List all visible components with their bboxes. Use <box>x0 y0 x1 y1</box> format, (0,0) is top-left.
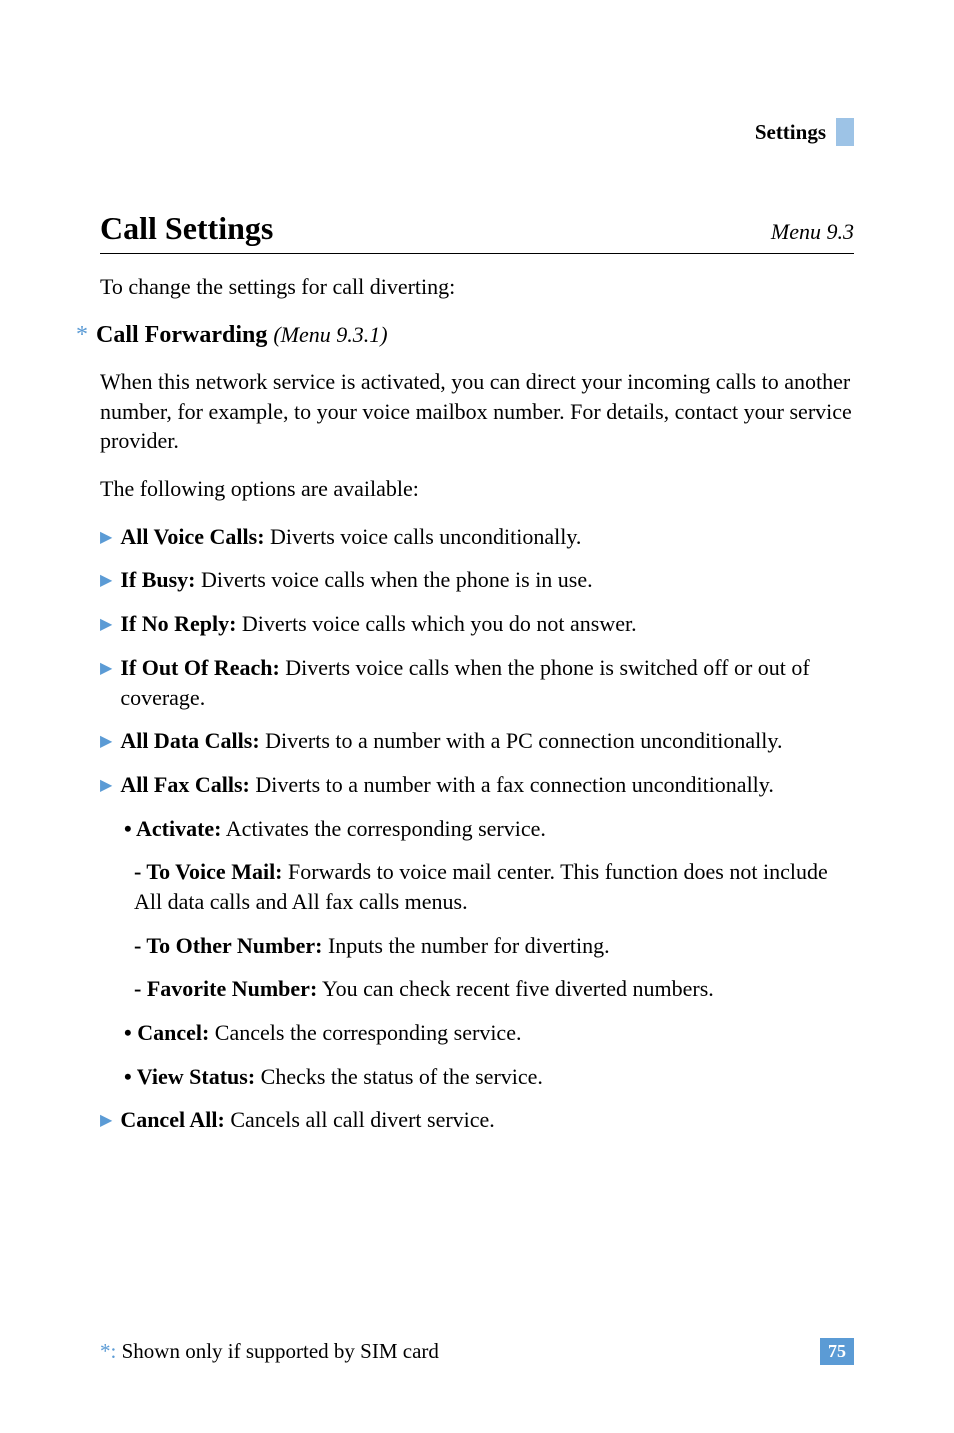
item-text: Diverts to a number with a fax connectio… <box>250 772 774 797</box>
triangle-icon: ▶ <box>100 731 112 751</box>
sub-item-label: • Cancel: <box>124 1020 209 1045</box>
item-content: If Busy: Diverts voice calls when the ph… <box>120 565 854 595</box>
item-content: If Out Of Reach: Diverts voice calls whe… <box>120 653 854 712</box>
sub-item-cancel: • Cancel: Cancels the corresponding serv… <box>124 1018 854 1048</box>
item-text: Diverts to a number with a PC connection… <box>260 728 783 753</box>
header-accent-block <box>836 118 854 146</box>
asterisk-icon: * <box>76 322 88 349</box>
triangle-icon: ▶ <box>100 614 112 634</box>
subsection-para2: The following options are available: <box>100 474 854 504</box>
list-item-cancel-all: ▶ Cancel All: Cancels all call divert se… <box>100 1105 854 1135</box>
sub-item-activate: • Activate: Activates the corresponding … <box>124 814 854 844</box>
subsection-header: * Call Forwarding (Menu 9.3.1) <box>76 322 854 349</box>
list-item: ▶ All Data Calls: Diverts to a number wi… <box>100 726 854 756</box>
page-footer: *: Shown only if supported by SIM card 7… <box>100 1338 854 1365</box>
sub-sub-item-voice: - To Voice Mail: Forwards to voice mail … <box>134 857 854 916</box>
item-content: All Voice Calls: Diverts voice calls unc… <box>120 522 854 552</box>
sub-item-label: • View Status: <box>124 1064 255 1089</box>
item-label: Cancel All: <box>120 1107 225 1132</box>
sub-item-text: Activates the corresponding service. <box>222 816 546 841</box>
sub-item-view: • View Status: Checks the status of the … <box>124 1062 854 1092</box>
footer-asterisk-icon: *: <box>100 1339 116 1363</box>
sub-sub-item-label: - To Other Number: <box>134 933 322 958</box>
item-label: If No Reply: <box>120 611 236 636</box>
sub-sub-item-favorite: - Favorite Number: You can check recent … <box>134 974 854 1004</box>
page-header: Settings <box>755 118 854 146</box>
list-item: ▶ All Fax Calls: Diverts to a number wit… <box>100 770 854 800</box>
header-label: Settings <box>755 120 826 145</box>
item-text: Diverts voice calls when the phone is in… <box>196 567 593 592</box>
triangle-icon: ▶ <box>100 658 112 678</box>
section-title: Call Settings <box>100 210 273 247</box>
triangle-icon: ▶ <box>100 527 112 547</box>
main-content: Call Settings Menu 9.3 To change the set… <box>100 210 854 1135</box>
subsection-title: Call Forwarding <box>96 322 267 349</box>
sub-sub-item-text: Inputs the number for diverting. <box>322 933 609 958</box>
item-text: Diverts voice calls unconditionally. <box>265 524 582 549</box>
list-item: ▶ If Out Of Reach: Diverts voice calls w… <box>100 653 854 712</box>
item-text: Diverts voice calls which you do not ans… <box>236 611 636 636</box>
subsection-para1: When this network service is activated, … <box>100 367 854 456</box>
item-label: If Out Of Reach: <box>120 655 279 680</box>
list-item: ▶ All Voice Calls: Diverts voice calls u… <box>100 522 854 552</box>
triangle-icon: ▶ <box>100 1110 112 1130</box>
sub-item-text: Cancels the corresponding service. <box>209 1020 521 1045</box>
page-number: 75 <box>820 1338 854 1365</box>
item-label: If Busy: <box>120 567 195 592</box>
triangle-icon: ▶ <box>100 775 112 795</box>
item-label: All Voice Calls: <box>120 524 264 549</box>
section-intro: To change the settings for call divertin… <box>100 274 854 300</box>
item-text: Cancels all call divert service. <box>225 1107 495 1132</box>
subsection-menu-ref: (Menu 9.3.1) <box>273 322 387 348</box>
item-label: All Data Calls: <box>120 728 259 753</box>
item-content: Cancel All: Cancels all call divert serv… <box>120 1105 854 1135</box>
item-content: All Fax Calls: Diverts to a number with … <box>120 770 854 800</box>
sub-sub-item-label: - To Voice Mail: <box>134 859 283 884</box>
footer-note-text: Shown only if supported by SIM card <box>116 1339 439 1363</box>
item-content: If No Reply: Diverts voice calls which y… <box>120 609 854 639</box>
triangle-icon: ▶ <box>100 570 112 590</box>
sub-item-label: • Activate: <box>124 816 222 841</box>
list-item: ▶ If Busy: Diverts voice calls when the … <box>100 565 854 595</box>
section-menu-ref: Menu 9.3 <box>771 219 854 245</box>
section-title-row: Call Settings Menu 9.3 <box>100 210 854 254</box>
sub-sub-item-other: - To Other Number: Inputs the number for… <box>134 931 854 961</box>
sub-sub-item-text: You can check recent five diverted numbe… <box>317 976 713 1001</box>
sub-item-text: Checks the status of the service. <box>255 1064 543 1089</box>
sub-sub-item-label: - Favorite Number: <box>134 976 317 1001</box>
footer-note: *: Shown only if supported by SIM card <box>100 1339 439 1364</box>
list-item: ▶ If No Reply: Diverts voice calls which… <box>100 609 854 639</box>
item-content: All Data Calls: Diverts to a number with… <box>120 726 854 756</box>
item-label: All Fax Calls: <box>120 772 250 797</box>
